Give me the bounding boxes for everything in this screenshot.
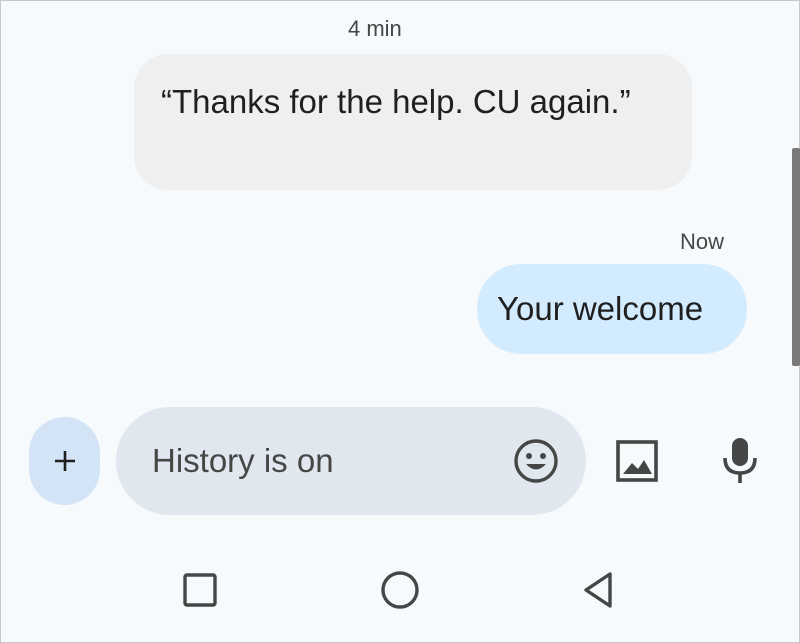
message-timestamp: Now xyxy=(679,229,724,254)
emoji-button[interactable] xyxy=(512,437,560,485)
voice-button[interactable] xyxy=(716,434,764,486)
home-button[interactable] xyxy=(378,568,422,612)
message-text: Your welcome xyxy=(497,290,704,327)
recents-icon xyxy=(180,570,220,610)
message-input[interactable] xyxy=(152,437,482,485)
add-attachment-button[interactable] xyxy=(29,417,100,505)
plus-icon xyxy=(53,449,77,473)
mic-icon xyxy=(716,434,764,486)
outgoing-message-bubble[interactable]: Your welcome xyxy=(477,264,747,354)
message-timestamp: 4 min xyxy=(348,16,402,41)
image-icon xyxy=(612,436,662,486)
back-icon xyxy=(578,568,618,612)
back-button[interactable] xyxy=(578,568,618,612)
home-icon xyxy=(378,568,422,612)
gallery-button[interactable] xyxy=(612,436,662,486)
scrollbar[interactable] xyxy=(792,148,800,366)
message-text: “Thanks for the help. CU again.” xyxy=(161,83,631,120)
compose-bar xyxy=(116,407,586,515)
emoji-icon xyxy=(512,437,560,485)
recents-button[interactable] xyxy=(180,570,220,610)
incoming-message-bubble[interactable]: “Thanks for the help. CU again.” xyxy=(134,54,692,190)
